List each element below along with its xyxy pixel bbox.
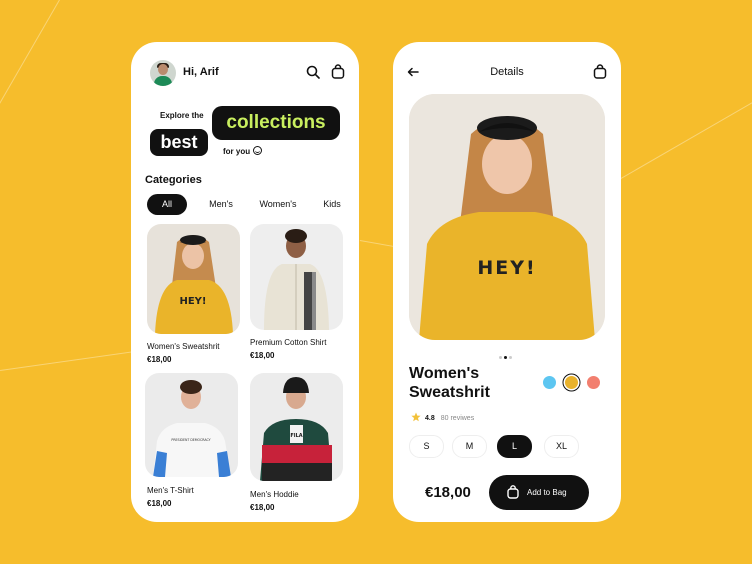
size-xl[interactable]: XL (544, 435, 579, 458)
star-icon (411, 412, 421, 422)
product-price: €18,00 (250, 351, 275, 360)
color-swatch-coral[interactable] (587, 376, 600, 389)
product-name: Women's Sweatshrit (147, 342, 220, 351)
product-image-mens-tshirt[interactable]: PRESIDENT DEMOCRACY (145, 373, 238, 477)
product-price: €18,00 (147, 355, 172, 364)
shirt-print: HEY! (179, 296, 206, 307)
search-icon[interactable] (306, 65, 320, 79)
greeting: Hi, Arif (183, 66, 219, 78)
tab-womens[interactable]: Women's (255, 194, 301, 215)
color-swatch-yellow[interactable] (565, 376, 578, 389)
product-price: €18,00 (147, 499, 172, 508)
add-to-bag-button[interactable]: Add to Bag (489, 475, 589, 510)
size-l[interactable]: L (497, 435, 532, 458)
bag-icon[interactable] (593, 64, 607, 79)
product-title: Women's Sweatshrit (409, 365, 490, 401)
banner-for-you: for you (223, 146, 263, 156)
product-name: Men's T-Shirt (147, 486, 194, 495)
product-hero-image[interactable]: HEY! (409, 94, 605, 340)
bag-icon[interactable] (331, 64, 345, 79)
add-to-bag-label: Add to Bag (527, 488, 567, 497)
categories-title: Categories (145, 174, 202, 186)
banner-explore-text: Explore the (160, 111, 204, 120)
banner-collections: collections (212, 106, 340, 140)
smile-icon (253, 146, 263, 155)
carousel-dots (499, 346, 514, 364)
rating-row: 4.8 80 reviwes (411, 412, 474, 422)
carousel-dot-active[interactable] (504, 356, 507, 359)
product-image-cotton-shirt[interactable] (250, 224, 343, 330)
size-s[interactable]: S (409, 435, 444, 458)
product-image-womens-sweatshirt[interactable]: HEY! (147, 224, 240, 334)
size-m[interactable]: M (452, 435, 487, 458)
bg-line (600, 100, 752, 191)
product-price: €18,00 (250, 503, 275, 512)
category-tabs: All Men's Women's Kids (147, 194, 347, 215)
details-screen: Details HEY! Women's Sweatshrit 4.8 80 re… (393, 42, 621, 522)
avatar[interactable] (150, 60, 176, 86)
rating-value: 4.8 (425, 415, 435, 422)
price: €18,00 (425, 484, 471, 501)
carousel-dot[interactable] (509, 356, 512, 359)
tab-kids[interactable]: Kids (317, 194, 347, 215)
tab-all[interactable]: All (147, 194, 187, 215)
hero-shirt-print: HEY! (477, 257, 536, 279)
bg-line (0, 0, 61, 139)
review-count[interactable]: 80 reviwes (441, 415, 474, 422)
tshirt-print: PRESIDENT DEMOCRACY (171, 438, 210, 442)
page-title: Details (490, 66, 524, 78)
product-name: Men's Hoddie (250, 490, 299, 499)
home-screen: Hi, Arif Explore the collections best fo… (131, 42, 359, 522)
hoodie-print: FILA (290, 433, 302, 439)
product-name: Premium Cotton Shirt (250, 338, 327, 347)
tab-mens[interactable]: Men's (203, 194, 239, 215)
banner-best: best (150, 129, 208, 156)
product-image-mens-hoodie[interactable]: FILA (250, 373, 343, 481)
bag-icon (507, 485, 519, 499)
carousel-dot[interactable] (499, 356, 502, 359)
color-swatch-blue[interactable] (543, 376, 556, 389)
for-you-label: for you (223, 147, 251, 156)
